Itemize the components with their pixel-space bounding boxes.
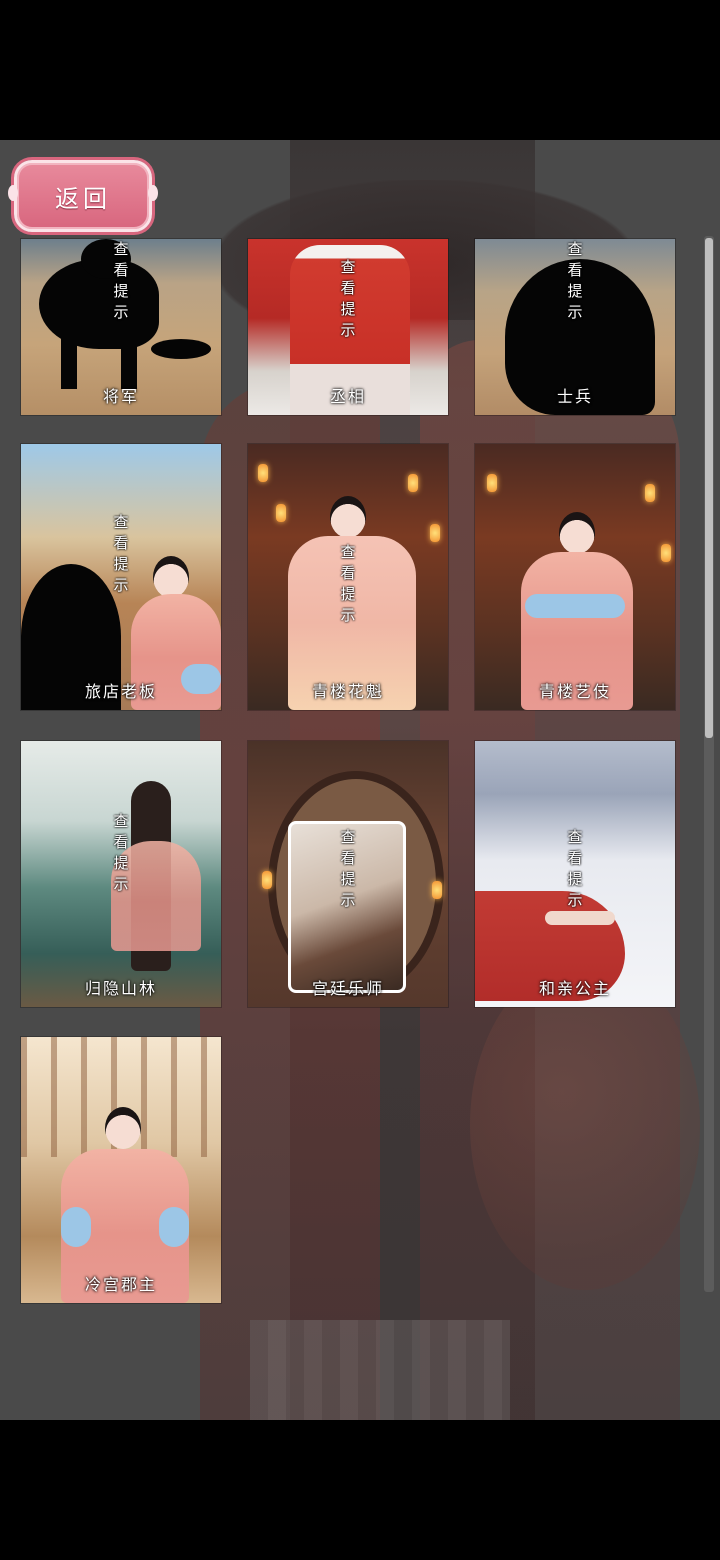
ending-card-general[interactable]: 查看提示 将军 <box>20 238 222 416</box>
view-hint-label: 查看提示 <box>113 513 129 594</box>
lantern <box>487 474 497 492</box>
view-hint-label: 查看提示 <box>567 240 583 321</box>
bottom-letterbox <box>0 1420 720 1560</box>
ending-name: 旅店老板 <box>84 682 157 701</box>
back-button[interactable]: 返回 <box>8 160 158 232</box>
ending-name: 丞相 <box>329 387 366 406</box>
scrollbar-thumb[interactable] <box>705 238 713 738</box>
top-letterbox <box>0 0 720 140</box>
ending-name: 青楼艺伎 <box>538 682 611 701</box>
horse-leg <box>121 329 137 389</box>
view-hint-label: 查看提示 <box>340 828 356 909</box>
view-hint-label: 查看提示 <box>340 543 356 624</box>
ending-card-peace-princess[interactable]: 查看提示 和亲公主 <box>474 740 676 1008</box>
ending-name: 青楼花魁 <box>311 682 384 701</box>
horse-leg <box>61 329 77 389</box>
ending-name: 冷宫郡主 <box>84 1275 157 1294</box>
ending-card-geisha[interactable]: 青楼艺伎 <box>474 443 676 711</box>
ending-name: 归隐山林 <box>84 979 157 998</box>
backdrop-sleeve <box>470 960 700 1290</box>
lantern <box>432 881 442 899</box>
ending-card-courtesan[interactable]: 查看提示 青楼花魁 <box>247 443 449 711</box>
lantern <box>262 871 272 889</box>
ending-name: 将军 <box>102 387 139 406</box>
ending-card-chancellor[interactable]: 查看提示 丞相 <box>247 238 449 416</box>
woman-head <box>330 496 366 538</box>
woman-head <box>559 512 595 554</box>
lantern <box>258 464 268 482</box>
lantern <box>645 484 655 502</box>
woman-head <box>153 556 189 598</box>
ending-name: 和亲公主 <box>538 979 611 998</box>
ending-name: 士兵 <box>556 387 593 406</box>
view-hint-label: 查看提示 <box>567 828 583 909</box>
view-hint-label: 查看提示 <box>113 812 129 893</box>
ending-name: 宫廷乐师 <box>311 979 384 998</box>
blue-sleeve <box>159 1207 189 1247</box>
blue-sleeve <box>525 594 625 618</box>
scrollbar[interactable] <box>704 236 714 1292</box>
ending-card-innkeeper[interactable]: 查看提示 旅店老板 <box>20 443 222 711</box>
hand <box>545 911 615 925</box>
lantern <box>408 474 418 492</box>
ending-card-cold-palace-princess[interactable]: 冷宫郡主 <box>20 1036 222 1304</box>
woman-head <box>105 1107 141 1149</box>
lantern <box>430 524 440 542</box>
ending-card-court-musician[interactable]: 查看提示 宫廷乐师 <box>247 740 449 1008</box>
lantern <box>276 504 286 522</box>
view-hint-label: 查看提示 <box>340 258 356 339</box>
game-area: 返回 查看提示 将军 查看提示 丞相 查看提示 士兵 查看提示 旅店老板 查看提… <box>0 140 720 1420</box>
back-button-label: 返回 <box>55 184 111 213</box>
blue-sleeve <box>61 1207 91 1247</box>
ending-card-hermit[interactable]: 查看提示 归隐山林 <box>20 740 222 1008</box>
lantern <box>661 544 671 562</box>
horse-tail <box>151 339 211 359</box>
view-hint-label: 查看提示 <box>113 240 129 321</box>
backdrop-skirt <box>250 1320 510 1420</box>
ending-card-soldier[interactable]: 查看提示 士兵 <box>474 238 676 416</box>
